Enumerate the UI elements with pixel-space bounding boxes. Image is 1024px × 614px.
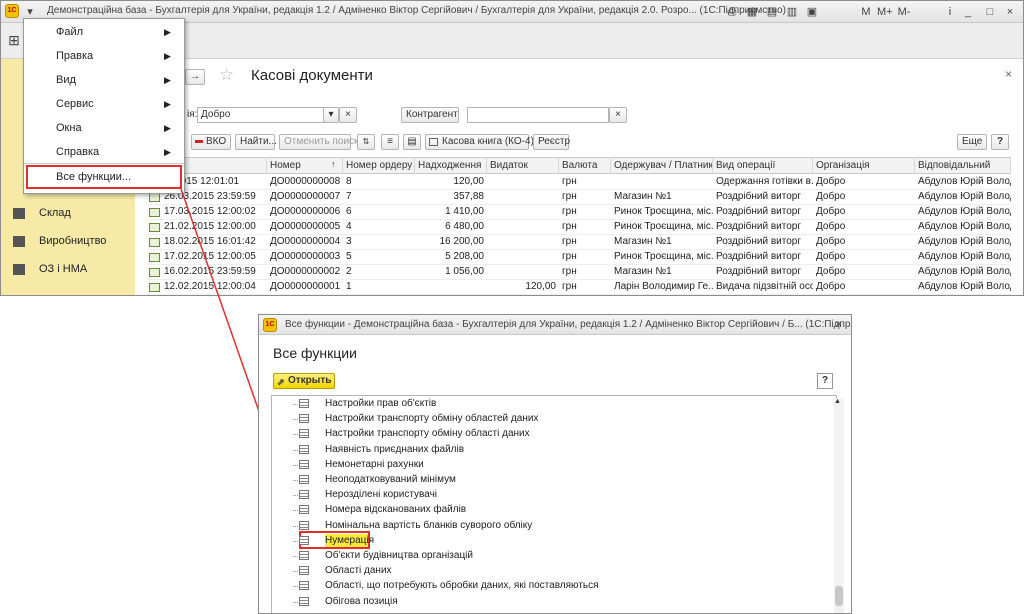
tree-connector <box>293 571 298 573</box>
open-button[interactable]: ⇗ Открыть <box>273 373 335 389</box>
register-table-icon <box>299 429 309 439</box>
tree-connector <box>293 601 298 603</box>
scroll-up-icon[interactable]: ▲ <box>834 398 841 405</box>
dialog-heading: Все функции <box>273 345 357 361</box>
tree-item[interactable]: Нумерація <box>325 534 374 548</box>
tree-connector <box>293 495 298 497</box>
tree-item[interactable]: Номінальна вартість бланків суворого обл… <box>325 519 532 533</box>
dialog-title-bar: 1C Все функции - Демонстраційна база - Б… <box>259 315 851 335</box>
tree-item[interactable]: Області даних <box>325 564 392 578</box>
register-table-icon <box>299 596 309 606</box>
dialog-help-button[interactable]: ? <box>817 373 833 389</box>
tree-item[interactable]: Нерозділені користувачі <box>325 488 437 502</box>
dialog-title: Все функции - Демонстраційна база - Бухг… <box>285 319 852 330</box>
tree-scrollbar[interactable]: ▲ <box>834 398 844 613</box>
tree-connector <box>293 464 298 466</box>
tree-item[interactable]: Настройки транспорту обміну області дани… <box>325 427 530 441</box>
register-table-icon <box>299 566 309 576</box>
open-button-label: Открыть <box>288 375 332 386</box>
tree-connector <box>293 419 298 421</box>
register-table-icon <box>299 399 309 408</box>
tree-connector <box>293 434 298 436</box>
tree-item[interactable]: Обігова позиція <box>325 595 398 609</box>
tree-connector <box>293 480 298 481</box>
scroll-thumb[interactable] <box>835 586 843 606</box>
register-table-icon <box>299 459 309 469</box>
register-table-icon <box>299 414 309 424</box>
tree-item[interactable]: Настройки прав об'єктів <box>325 397 436 411</box>
all-functions-dialog: 1C Все функции - Демонстраційна база - Б… <box>258 314 852 614</box>
tree-connector <box>293 449 298 451</box>
register-table-icon <box>299 505 309 515</box>
register-table-icon <box>299 520 309 530</box>
open-icon: ⇗ <box>277 377 285 387</box>
tree-connector <box>293 556 298 557</box>
register-table-icon <box>299 581 309 591</box>
tree-connector <box>293 525 298 527</box>
tree-item[interactable]: Об'єкти будівництва організацій <box>325 549 473 563</box>
tree-item[interactable]: Немонетарні рахунки <box>325 458 424 472</box>
tree-item[interactable]: Області, що потребують обробки даних, як… <box>325 579 599 593</box>
tree-connector <box>293 510 298 512</box>
tree-item[interactable]: Настройки транспорту обміну областей дан… <box>325 412 538 426</box>
dialog-close-button[interactable]: × <box>835 317 842 331</box>
register-table-icon <box>299 551 309 560</box>
register-table-icon <box>299 475 309 484</box>
register-table-icon <box>299 535 309 545</box>
register-table-icon <box>299 490 309 500</box>
tree-connector <box>293 404 298 405</box>
tree-item[interactable]: Номера відсканованих файлів <box>325 503 466 517</box>
register-table-icon <box>299 444 309 454</box>
tree-item[interactable]: Наявність приєднаних файлів <box>325 443 464 457</box>
tree-connector <box>293 540 298 542</box>
tree-item[interactable]: Неоподатковуваний мінімум <box>325 473 456 487</box>
tree-connector <box>293 586 298 588</box>
app-logo-icon: 1C <box>263 318 277 332</box>
